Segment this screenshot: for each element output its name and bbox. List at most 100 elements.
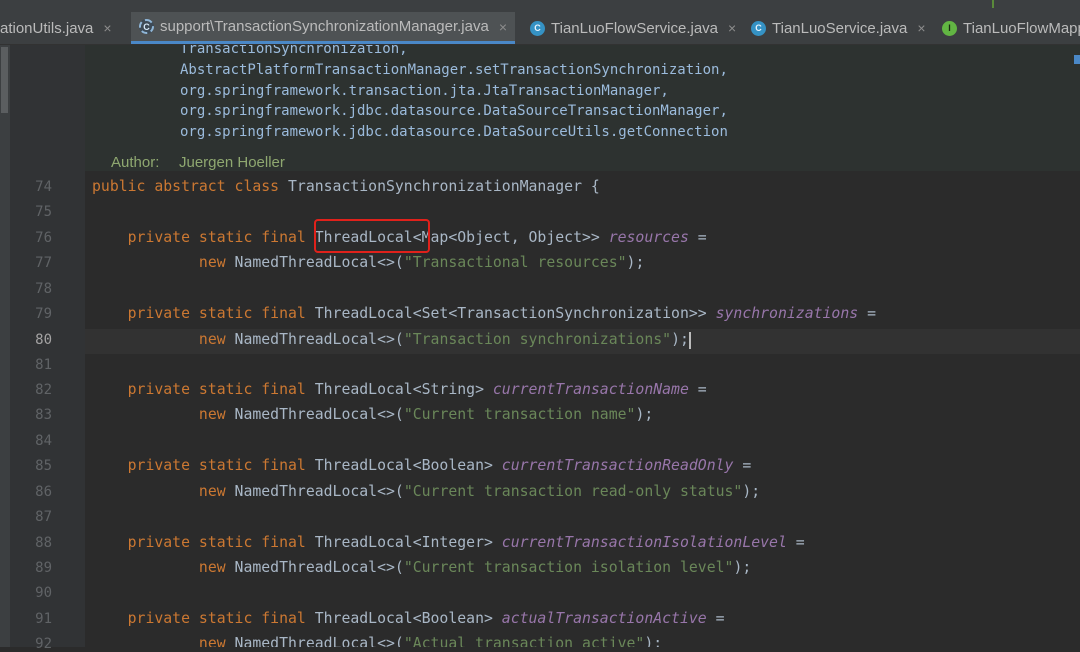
line-number[interactable]: 89: [20, 560, 52, 576]
code-token: NamedThreadLocal<>(: [234, 559, 404, 576]
java-class-icon: C: [751, 20, 766, 36]
javadoc-see-link[interactable]: TransactionSynchronization,: [180, 45, 408, 57]
code-token: );: [733, 559, 752, 576]
field-name-token: actualTransactionActive: [501, 610, 707, 627]
rendered-javadoc: TransactionSynchronization, AbstractPlat…: [85, 45, 1080, 171]
javadoc-see-link[interactable]: org.springframework.transaction.jta.JtaT…: [180, 83, 669, 99]
abstract-class-icon: C: [139, 19, 154, 34]
javadoc-author-value: Juergen Hoeller: [179, 154, 285, 171]
code-line[interactable]: new NamedThreadLocal<>("Transactional re…: [92, 254, 644, 271]
code-token: ThreadLocal<Boolean>: [314, 457, 502, 474]
string-literal-token: "Actual transaction active": [403, 635, 645, 647]
field-name-token: currentTransactionReadOnly: [501, 457, 734, 474]
field-name-token: currentTransactionIsolationLevel: [501, 534, 787, 551]
line-number[interactable]: 84: [20, 433, 52, 449]
keyword-token: new: [198, 331, 235, 348]
keyword-token: new: [198, 254, 235, 271]
tab-ationutils[interactable]: ationUtils.java ×: [0, 12, 120, 44]
field-name-token: synchronizations: [715, 305, 859, 322]
tab-tianluoservice[interactable]: C TianLuoService.java ×: [743, 12, 934, 44]
line-number[interactable]: 86: [20, 484, 52, 500]
keyword-token: new: [198, 483, 235, 500]
code-line[interactable]: private static final ThreadLocal<Boolean…: [92, 610, 725, 627]
tab-tianluoflowmapper[interactable]: I TianLuoFlowMapp: [934, 12, 1080, 44]
line-number[interactable]: 91: [20, 611, 52, 627]
line-number[interactable]: 85: [20, 458, 52, 474]
close-icon[interactable]: ×: [103, 20, 111, 36]
tab-label: TianLuoService.java: [772, 19, 908, 37]
project-panel-edge: [0, 45, 10, 647]
line-number[interactable]: 81: [20, 357, 52, 373]
panel-scroll-thumb[interactable]: [1, 47, 8, 113]
code-token: =: [688, 229, 707, 246]
line-number[interactable]: 74: [20, 179, 52, 195]
javadoc-see-link[interactable]: org.springframework.jdbc.datasource.Data…: [180, 103, 728, 119]
keyword-token: private static final: [127, 457, 315, 474]
tab-transaction-synchronization-manager[interactable]: C support\TransactionSynchronizationMana…: [131, 12, 515, 44]
code-line[interactable]: new NamedThreadLocal<>("Current transact…: [92, 559, 751, 576]
tab-label: TianLuoFlowService.java: [551, 19, 719, 37]
line-number[interactable]: 77: [20, 255, 52, 271]
code-token: =: [688, 381, 707, 398]
keyword-token: new: [198, 559, 235, 576]
line-number[interactable]: 79: [20, 306, 52, 322]
tab-label: ationUtils.java: [0, 19, 94, 37]
keyword-token: private static final: [127, 229, 315, 246]
code-editor[interactable]: TransactionSynchronization, AbstractPlat…: [85, 45, 1080, 647]
code-line[interactable]: new NamedThreadLocal<>("Transaction sync…: [92, 331, 691, 349]
javadoc-see-link[interactable]: AbstractPlatformTransactionManager.setTr…: [180, 62, 728, 78]
editor-tab-bar: ationUtils.java × C support\TransactionS…: [0, 12, 1080, 45]
keyword-token: private static final: [127, 534, 315, 551]
keyword-token: new: [198, 406, 235, 423]
code-token: );: [671, 331, 689, 348]
code-line[interactable]: public abstract class TransactionSynchro…: [92, 178, 600, 195]
javadoc-see-link[interactable]: org.springframework.jdbc.datasource.Data…: [180, 124, 728, 140]
code-token: ThreadLocal<Set<TransactionSynchronizati…: [314, 305, 716, 322]
close-icon[interactable]: ×: [917, 20, 925, 36]
field-name-token: currentTransactionName: [492, 381, 689, 398]
code-token: =: [733, 457, 752, 474]
interface-icon: I: [942, 20, 957, 36]
code-line[interactable]: new NamedThreadLocal<>("Actual transacti…: [92, 635, 662, 647]
code-token: ThreadLocal<Integer>: [314, 534, 502, 551]
threadlocal-highlight-box: [314, 219, 430, 253]
java-class-icon: C: [530, 20, 545, 36]
line-number[interactable]: 87: [20, 509, 52, 525]
line-number[interactable]: 88: [20, 535, 52, 551]
line-number[interactable]: 80: [20, 332, 52, 348]
javadoc-author-label: Author:: [111, 154, 160, 171]
line-number[interactable]: 75: [20, 204, 52, 220]
code-line[interactable]: private static final ThreadLocal<String>…: [92, 381, 707, 398]
line-number[interactable]: 78: [20, 281, 52, 297]
code-line[interactable]: new NamedThreadLocal<>("Current transact…: [92, 406, 653, 423]
tab-tianluoflowservice[interactable]: C TianLuoFlowService.java ×: [522, 12, 744, 44]
code-line[interactable]: private static final ThreadLocal<Integer…: [92, 534, 805, 551]
code-line[interactable]: private static final ThreadLocal<Boolean…: [92, 457, 752, 474]
close-icon[interactable]: ×: [728, 20, 736, 36]
tab-label: TianLuoFlowMapp: [963, 19, 1080, 37]
code-token: ThreadLocal<Boolean>: [314, 610, 502, 627]
code-token: );: [626, 254, 645, 271]
code-line[interactable]: private static final ThreadLocal<Set<Tra…: [92, 305, 876, 322]
string-literal-token: "Transaction synchronizations": [403, 331, 672, 348]
line-number[interactable]: 76: [20, 230, 52, 246]
code-token: TransactionSynchronizationManager {: [288, 178, 600, 195]
keyword-token: public abstract class: [92, 178, 288, 195]
line-number[interactable]: 90: [20, 585, 52, 601]
keyword-token: private static final: [127, 381, 315, 398]
code-line[interactable]: new NamedThreadLocal<>("Current transact…: [92, 483, 760, 500]
scrollbar-marker[interactable]: [1074, 55, 1080, 64]
line-number[interactable]: 92: [20, 636, 52, 652]
close-icon[interactable]: ×: [499, 19, 507, 35]
line-number[interactable]: 83: [20, 407, 52, 423]
line-number[interactable]: 82: [20, 382, 52, 398]
string-literal-token: "Current transaction read-only status": [403, 483, 743, 500]
code-token: );: [635, 406, 654, 423]
